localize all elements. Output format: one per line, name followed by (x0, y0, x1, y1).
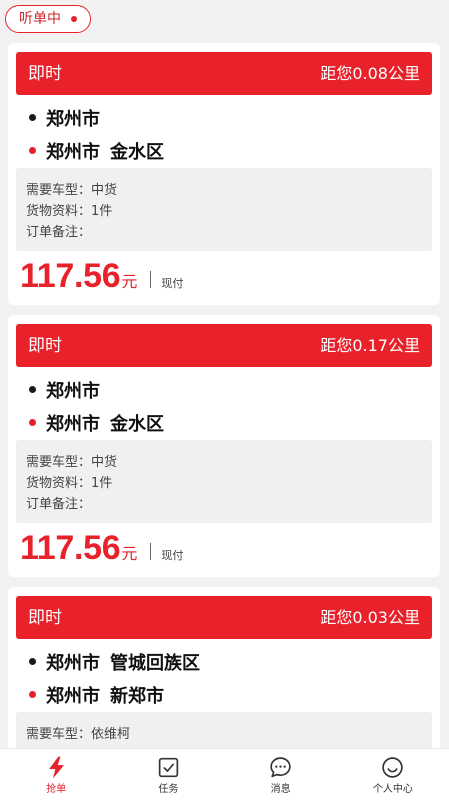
dropoff-dot (29, 147, 36, 154)
order-route: 郑州市 郑州市 金水区 (16, 101, 432, 167)
tab-tasks[interactable]: 任务 (112, 749, 224, 800)
listening-status-label: 听单中 (19, 11, 61, 27)
profile-smile-icon (382, 757, 404, 778)
price-divider (150, 271, 152, 288)
vehicle-type: 需要车型：中货 (26, 455, 118, 470)
price-currency: 元 (121, 544, 138, 563)
price-currency: 元 (121, 272, 138, 291)
dropoff-address: 郑州市 新郑市 (29, 678, 432, 711)
pickup-dot (29, 114, 36, 121)
pickup-city: 郑州市 (46, 380, 100, 402)
vehicle-type: 需要车型：中货 (26, 183, 118, 198)
pickup-dot (29, 658, 36, 665)
listening-status-dot (71, 16, 77, 22)
price-divider (150, 543, 152, 560)
order-details: 需要车型：中货 货物资料：1件 订单备注： (16, 440, 432, 523)
dropoff-address: 郑州市 金水区 (29, 134, 432, 167)
tab-label: 任务 (158, 784, 179, 795)
pickup-address: 郑州市 (29, 101, 432, 134)
order-distance: 距您0.03公里 (320, 607, 420, 627)
tab-grab-orders[interactable]: 抢单 (0, 749, 112, 800)
payment-method: 现付 (161, 549, 184, 562)
tab-label: 消息 (270, 784, 291, 795)
pickup-address: 郑州市 (29, 373, 432, 406)
tab-profile[interactable]: 个人中心 (337, 749, 449, 800)
order-details: 需要车型：依维柯 (16, 712, 432, 753)
pickup-city: 郑州市 (46, 652, 100, 674)
dropoff-city: 郑州市 (46, 685, 100, 707)
pickup-city: 郑州市 (46, 108, 100, 130)
order-card-header: 即时 距您0.03公里 (16, 596, 432, 639)
task-check-icon (158, 757, 179, 778)
order-remark: 订单备注： (26, 497, 92, 512)
order-card-header: 即时 距您0.17公里 (16, 324, 432, 367)
dropoff-dot (29, 419, 36, 426)
order-distance: 距您0.08公里 (320, 63, 420, 83)
cargo-info: 货物资料：1件 (26, 204, 113, 219)
order-price-row: 117.56 元 现付 (16, 256, 432, 296)
order-price-row: 117.56 元 现付 (16, 528, 432, 568)
order-route: 郑州市 郑州市 金水区 (16, 373, 432, 439)
order-price: 117.56 (20, 529, 121, 567)
pickup-district: 管城回族区 (110, 652, 200, 674)
order-card-header: 即时 距您0.08公里 (16, 52, 432, 95)
tab-label: 个人中心 (372, 784, 413, 795)
order-route: 郑州市 管城回族区 郑州市 新郑市 (16, 645, 432, 711)
tab-label: 抢单 (46, 784, 67, 795)
order-remark: 订单备注： (26, 225, 92, 240)
order-card[interactable]: 即时 距您0.08公里 郑州市 郑州市 金水区 需要车型：中货 货物资料：1件 … (8, 43, 440, 305)
dropoff-district: 新郑市 (110, 685, 164, 707)
tab-messages[interactable]: 消息 (225, 749, 337, 800)
lightning-icon (48, 756, 64, 779)
order-type: 即时 (28, 335, 62, 356)
dropoff-dot (29, 691, 36, 698)
dropoff-city: 郑州市 (46, 141, 100, 163)
order-card[interactable]: 即时 距您0.17公里 郑州市 郑州市 金水区 需要车型：中货 货物资料：1件 … (8, 315, 440, 577)
bottom-tab-bar: 抢单 任务 消息 个人中心 (0, 748, 449, 800)
order-type: 即时 (28, 607, 62, 628)
message-bubble-icon (270, 757, 291, 778)
dropoff-district: 金水区 (110, 141, 164, 163)
order-distance: 距您0.17公里 (320, 335, 420, 355)
order-type: 即时 (28, 63, 62, 84)
pickup-dot (29, 386, 36, 393)
order-details: 需要车型：中货 货物资料：1件 订单备注： (16, 168, 432, 251)
payment-method: 现付 (161, 277, 184, 290)
order-price: 117.56 (20, 257, 121, 295)
listening-status-badge[interactable]: 听单中 (5, 5, 91, 33)
dropoff-address: 郑州市 金水区 (29, 406, 432, 439)
cargo-info: 货物资料：1件 (26, 476, 113, 491)
dropoff-city: 郑州市 (46, 413, 100, 435)
vehicle-type: 需要车型：依维柯 (26, 727, 131, 742)
dropoff-district: 金水区 (110, 413, 164, 435)
pickup-address: 郑州市 管城回族区 (29, 645, 432, 678)
